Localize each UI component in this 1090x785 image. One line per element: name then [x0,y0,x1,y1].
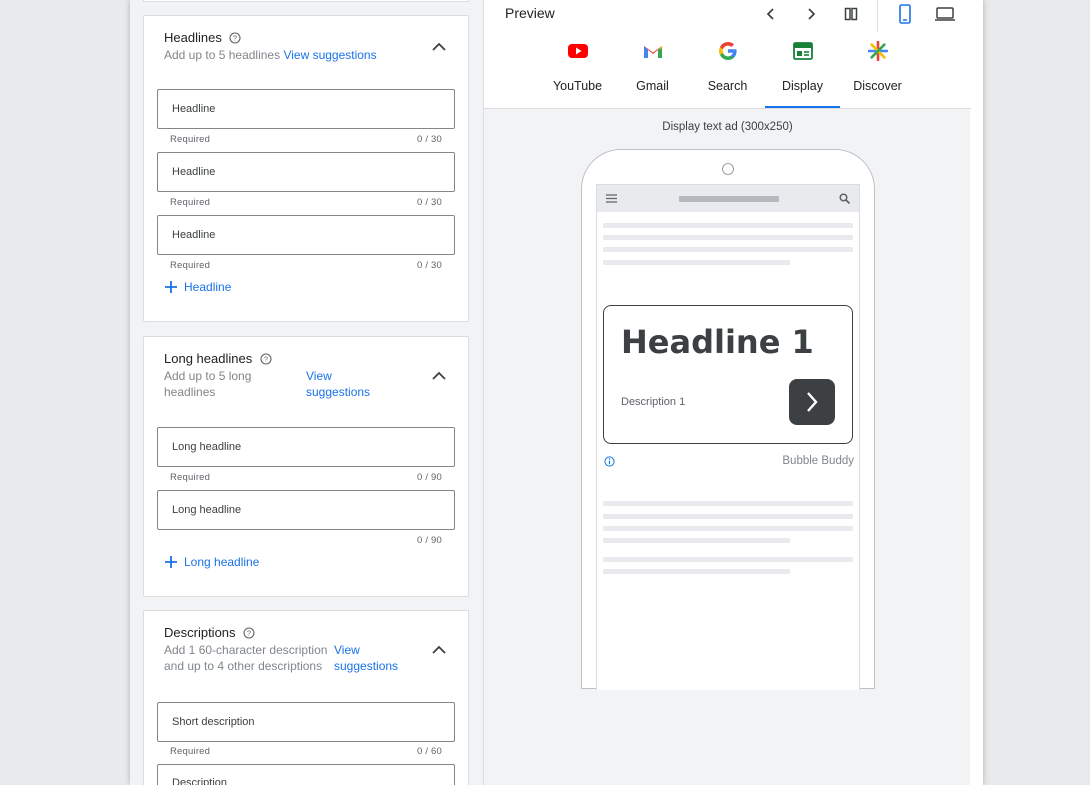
placeholder-line [603,260,790,265]
ad-format-label: Display text ad (300x250) [662,121,793,133]
char-counter: 0 / 60 [417,746,442,757]
phone-screen: Headline 1 Description 1 Bubble Buddy [596,184,860,690]
phone-mockup: Headline 1 Description 1 Bubble Buddy [581,149,875,690]
previous-button[interactable] [761,5,781,23]
short-description-input[interactable]: Short description [157,702,455,742]
headlines-card: Headlines ? Add up to 5 headlines View s… [143,15,469,322]
previous-card-edge [143,0,469,2]
header-divider [877,0,878,32]
chevron-left-icon [766,8,774,20]
placeholder-line [603,514,853,519]
headline-input-3[interactable]: Headline [157,215,455,255]
placeholder-line [603,557,853,562]
ad-description: Description 1 [621,396,686,408]
svg-text:?: ? [233,34,237,43]
long-headline-helper-2: 0 / 90 [170,535,442,546]
gmail-icon [643,46,662,58]
chevron-right-icon [808,8,816,20]
asset-editor-panel: Headlines ? Add up to 5 headlines View s… [130,0,483,785]
preview-header: Preview YouTube Gmail Search Display Dis… [484,0,971,109]
headline-helper-3: Required 0 / 30 [170,260,442,271]
chevron-up-icon[interactable] [430,38,448,56]
phone-speaker [722,163,734,175]
chevron-up-icon[interactable] [430,641,448,659]
discover-icon [867,41,888,61]
long-headline-input-1[interactable]: Long headline [157,427,455,467]
description-input[interactable]: Description [157,764,455,785]
char-counter: 0 / 90 [417,535,442,546]
phone-icon [899,4,911,24]
tab-display[interactable]: Display [765,40,840,108]
tab-youtube[interactable]: YouTube [540,40,615,108]
placeholder-line [603,526,853,531]
descriptions-subtitle: Add 1 60-character description and up to… [164,643,328,673]
svg-text:?: ? [264,355,268,364]
search-icon [839,193,850,204]
columns-view-button[interactable] [841,5,861,23]
placeholder-line [603,501,853,506]
headline-input-2[interactable]: Headline [157,152,455,192]
ad-headline: Headline 1 [621,323,814,361]
descriptions-title: Descriptions ? [164,625,255,640]
char-counter: 0 / 30 [417,260,442,271]
url-bar [679,196,779,202]
help-icon[interactable]: ? [229,32,242,44]
view-suggestions-link[interactable]: View suggestions [283,48,376,62]
long-headline-input-2[interactable]: Long headline [157,490,455,530]
menu-icon [606,194,617,203]
preview-panel: Preview YouTube Gmail Search Display Dis… [483,0,971,785]
app-frame: Headlines ? Add up to 5 headlines View s… [130,0,983,785]
chevron-up-icon[interactable] [430,367,448,385]
help-icon[interactable]: ? [260,353,272,365]
short-description-helper: Required 0 / 60 [170,746,442,757]
placeholder-line [603,235,853,240]
long-headlines-title: Long headlines ? [164,351,272,366]
descriptions-card: Descriptions ? Add 1 60-character descri… [143,610,469,785]
headline-helper-1: Required 0 / 30 [170,134,442,145]
ad-brand-name: Bubble Buddy [782,455,854,467]
char-counter: 0 / 90 [417,472,442,483]
placeholder-line [603,223,853,228]
long-headline-helper-1: Required 0 / 90 [170,472,442,483]
tab-gmail[interactable]: Gmail [615,40,690,108]
youtube-icon [567,44,588,58]
next-button[interactable] [801,5,821,23]
char-counter: 0 / 30 [417,134,442,145]
headlines-subtitle: Add up to 5 headlines View suggestions [164,48,377,62]
help-icon[interactable]: ? [243,627,255,639]
google-icon [718,42,737,60]
placeholder-line [603,538,790,543]
view-suggestions-link[interactable]: View suggestions [306,368,370,400]
tab-discover[interactable]: Discover [840,40,915,108]
ad-info-icon[interactable] [604,456,615,467]
view-suggestions-link[interactable]: View suggestions [334,642,398,674]
desktop-view-button[interactable] [933,5,957,23]
add-long-headline-button[interactable]: Long headline [164,555,259,569]
ad-cta-button[interactable] [789,379,835,425]
columns-icon [844,7,858,21]
headlines-title: Headlines ? [164,30,242,45]
plus-icon [165,281,177,293]
chevron-right-icon [807,392,818,412]
browser-bar [597,185,859,212]
display-ad[interactable]: Headline 1 Description 1 [603,305,853,444]
headline-helper-2: Required 0 / 30 [170,197,442,208]
long-headlines-card: Long headlines ? Add up to 5 long headli… [143,336,469,597]
add-headline-button[interactable]: Headline [164,280,231,294]
laptop-icon [935,7,955,21]
svg-text:?: ? [247,629,251,638]
preview-title: Preview [505,5,555,21]
char-counter: 0 / 30 [417,197,442,208]
headline-input-1[interactable]: Headline [157,89,455,129]
plus-icon [165,556,177,568]
placeholder-line [603,569,790,574]
placeholder-line [603,247,853,252]
long-headlines-subtitle: Add up to 5 long headlines [164,369,252,399]
display-icon [792,42,813,60]
mobile-view-button[interactable] [895,4,915,24]
tab-search[interactable]: Search [690,40,765,108]
